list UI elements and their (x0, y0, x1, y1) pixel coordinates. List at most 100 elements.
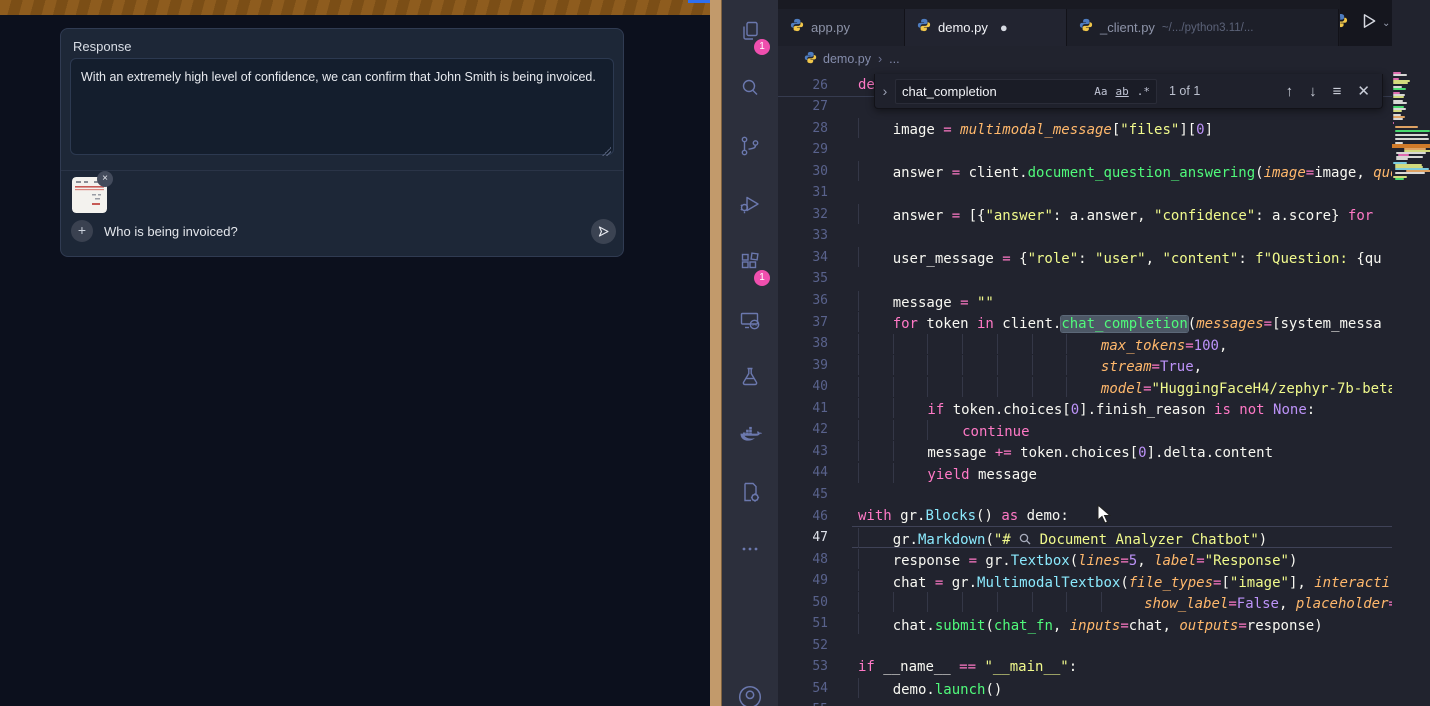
line-number[interactable]: 52 (778, 638, 828, 653)
line-number[interactable]: 48 (778, 552, 828, 567)
code-line-34[interactable]: 34user_message = {"role": "user", "conte… (778, 246, 1392, 268)
line-number[interactable]: 44 (778, 465, 828, 480)
code-line-55[interactable]: 55 (778, 699, 1392, 706)
line-number[interactable]: 45 (778, 487, 828, 502)
code-line-49[interactable]: 49chat = gr.MultimodalTextbox(file_types… (778, 570, 1392, 592)
find-close-button[interactable]: ✕ (1357, 84, 1370, 99)
code-line-39[interactable]: 39stream=True, (778, 354, 1392, 376)
activity-item-code-tools[interactable] (722, 470, 778, 518)
line-content: demo.launch() (858, 678, 1002, 698)
breadcrumb-file[interactable]: demo.py (823, 52, 871, 66)
find-query-text[interactable]: chat_completion (902, 84, 1086, 99)
code-line-32[interactable]: 32answer = [{"answer": a.answer, "confid… (778, 203, 1392, 225)
line-number[interactable]: 34 (778, 250, 828, 265)
regex-toggle[interactable]: .* (1137, 85, 1150, 98)
send-button[interactable] (591, 219, 616, 244)
line-number[interactable]: 38 (778, 336, 828, 351)
code-line-35[interactable]: 35 (778, 268, 1392, 290)
code-line-33[interactable]: 33 (778, 225, 1392, 247)
code-editor[interactable]: 26de2728image = multimodal_message["file… (778, 72, 1392, 706)
code-line-53[interactable]: 53if __name__ == "__main__": (778, 656, 1392, 678)
code-line-51[interactable]: 51chat.submit(chat_fn, inputs=chat, outp… (778, 613, 1392, 635)
find-next-button[interactable]: ↓ (1309, 84, 1317, 99)
python-file-icon (917, 18, 931, 37)
code-line-43[interactable]: 43message += token.choices[0].delta.cont… (778, 440, 1392, 462)
line-number[interactable]: 37 (778, 315, 828, 330)
activity-item-account[interactable] (722, 675, 778, 706)
code-line-41[interactable]: 41if token.choices[0].finish_reason is n… (778, 397, 1392, 419)
line-number[interactable]: 39 (778, 358, 828, 373)
find-expand-chevron-icon[interactable]: › (875, 83, 895, 99)
tab-demo-py[interactable]: demo.py● (905, 9, 1067, 46)
code-line-42[interactable]: 42continue (778, 419, 1392, 441)
code-line-44[interactable]: 44 yield message (778, 462, 1392, 484)
line-number[interactable]: 42 (778, 422, 828, 437)
activity-item-remote-explorer[interactable]: >< (722, 298, 778, 346)
whole-word-toggle[interactable]: ab (1116, 85, 1129, 98)
tab-label: _client.py (1100, 20, 1155, 35)
response-textbox[interactable]: With an extremely high level of confiden… (70, 58, 614, 155)
line-number[interactable]: 55 (778, 702, 828, 706)
line-number[interactable]: 28 (778, 121, 828, 136)
code-line-52[interactable]: 52 (778, 634, 1392, 656)
line-number[interactable]: 53 (778, 659, 828, 674)
activity-item-testing[interactable] (722, 355, 778, 403)
code-line-48[interactable]: 48response = gr.Textbox(lines=5, label="… (778, 548, 1392, 570)
code-line-37[interactable]: 37for token in client.chat_completion(me… (778, 311, 1392, 333)
line-number[interactable]: 54 (778, 681, 828, 696)
line-number[interactable]: 51 (778, 616, 828, 631)
line-number[interactable]: 27 (778, 99, 828, 114)
line-number[interactable]: 47 (778, 530, 828, 545)
minimap[interactable] (1392, 0, 1430, 706)
find-previous-button[interactable]: ↑ (1286, 84, 1294, 99)
activity-item-search[interactable] (722, 66, 778, 114)
code-line-40[interactable]: 40model="HuggingFaceH4/zephyr-7b-beta (778, 376, 1392, 398)
line-number[interactable]: 30 (778, 164, 828, 179)
line-number[interactable]: 41 (778, 401, 828, 416)
code-line-45[interactable]: 45 (778, 483, 1392, 505)
line-number[interactable]: 31 (778, 185, 828, 200)
code-line-50[interactable]: 50 show_label=False, placeholder= (778, 591, 1392, 613)
tab-_client-py[interactable]: _client.py~/.../python3.11/... (1067, 9, 1339, 46)
line-number[interactable]: 40 (778, 379, 828, 394)
code-line-31[interactable]: 31 (778, 182, 1392, 204)
code-line-46[interactable]: 46with gr.Blocks() as demo: (778, 505, 1392, 527)
line-number[interactable]: 35 (778, 271, 828, 286)
run-python-file-button[interactable] (1360, 12, 1378, 35)
line-number[interactable]: 49 (778, 573, 828, 588)
line-number[interactable]: 32 (778, 207, 828, 222)
modified-dot-icon[interactable]: ● (1000, 20, 1008, 35)
match-case-toggle[interactable]: Aa (1094, 85, 1107, 98)
find-input[interactable]: chat_completion Aa ab .* (895, 79, 1157, 104)
add-file-button[interactable]: + (71, 220, 93, 242)
run-dropdown-chevron-icon[interactable]: ⌄ (1382, 18, 1390, 29)
code-line-30[interactable]: 30answer = client.document_question_answ… (778, 160, 1392, 182)
activity-item-run-debug[interactable] (722, 182, 778, 230)
panel-divider (61, 170, 623, 171)
chat-input[interactable]: Who is being invoiced? (104, 224, 238, 239)
code-line-29[interactable]: 29 (778, 139, 1392, 161)
line-number[interactable]: 26 (778, 78, 828, 93)
code-line-38[interactable]: 38max_tokens=100, (778, 333, 1392, 355)
line-number[interactable]: 29 (778, 142, 828, 157)
line-number[interactable]: 46 (778, 509, 828, 524)
textarea-resize-handle[interactable] (602, 147, 611, 156)
line-number[interactable]: 36 (778, 293, 828, 308)
activity-item-more[interactable] (722, 527, 778, 575)
line-content: yield message (858, 463, 1037, 483)
line-number[interactable]: 43 (778, 444, 828, 459)
activity-item-explorer[interactable]: 1 (722, 9, 778, 57)
code-line-28[interactable]: 28image = multimodal_message["files"][0] (778, 117, 1392, 139)
code-line-47[interactable]: 47gr.Markdown("# Document Analyzer Chatb… (778, 527, 1392, 549)
breadcrumb-symbol[interactable]: ... (889, 52, 899, 66)
code-line-54[interactable]: 54 demo.launch() (778, 677, 1392, 699)
activity-item-docker[interactable] (722, 413, 778, 461)
remove-attachment-button[interactable]: × (97, 171, 113, 187)
activity-item-extensions[interactable]: 1 (722, 240, 778, 288)
tab-app-py[interactable]: app.py (778, 9, 905, 46)
activity-item-source-control[interactable] (722, 124, 778, 172)
code-line-36[interactable]: 36message = "" (778, 290, 1392, 312)
line-number[interactable]: 33 (778, 228, 828, 243)
find-in-selection-button[interactable]: ≡ (1333, 84, 1342, 99)
line-number[interactable]: 50 (778, 595, 828, 610)
